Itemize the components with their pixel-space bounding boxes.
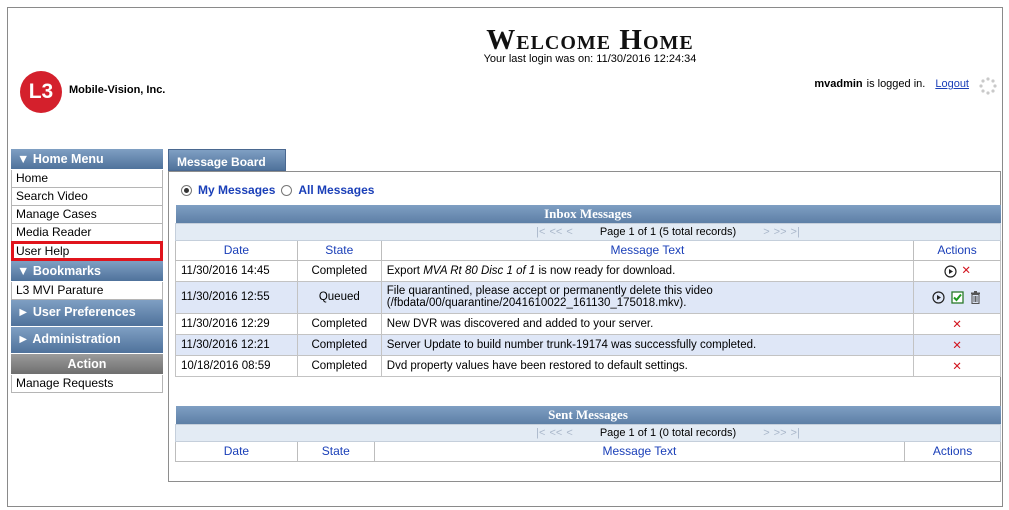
play-icon[interactable]	[944, 265, 957, 278]
table-row[interactable]: 11/30/2016 12:29 Completed New DVR was d…	[175, 312, 1001, 335]
next-page-icon[interactable]: >	[763, 427, 769, 439]
row-actions: ✕	[913, 354, 1001, 377]
sent-table: Sent Messages |< << < Page 1 of 1 (0 total…	[175, 406, 1001, 462]
l3-logo: L3	[20, 71, 62, 113]
row-state: Completed	[296, 312, 382, 335]
inbox-pager-text: Page 1 of 1 (5 total records)	[599, 225, 737, 238]
tab-message-board[interactable]: Message Board	[168, 149, 286, 171]
inbox-pager: |< << < Page 1 of 1 (5 total records) > >> >…	[175, 222, 1001, 241]
menu-item-search-video[interactable]: Search Video	[11, 188, 163, 206]
administration-header[interactable]: ► Administration	[11, 327, 163, 354]
play-icon[interactable]	[932, 290, 945, 304]
sent-title: Sent Messages	[175, 406, 1001, 424]
trash-icon[interactable]	[969, 290, 982, 304]
logo-text: L3	[28, 80, 54, 103]
delete-icon[interactable]: ✕	[952, 319, 962, 331]
next-ten-icon[interactable]: >>	[774, 427, 787, 439]
menu-item-l3-mvi-parature[interactable]: L3 MVI Parature	[11, 282, 163, 300]
menu-item-home[interactable]: Home	[11, 170, 163, 188]
row-date: 11/30/2016 12:21	[175, 333, 298, 356]
menu-item-manage-requests[interactable]: Manage Requests	[11, 375, 163, 393]
delete-icon[interactable]: ✕	[952, 361, 962, 373]
loading-spinner-icon	[979, 77, 997, 95]
delete-icon[interactable]: ✕	[952, 340, 962, 352]
row-actions: ✕	[913, 312, 1001, 335]
row-message: File quarantined, please accept or perma…	[380, 280, 915, 314]
col-message-text[interactable]: Message Text	[380, 239, 915, 261]
logout-link[interactable]: Logout	[935, 78, 969, 90]
col-date[interactable]: Date	[175, 440, 298, 462]
row-date: 10/18/2016 08:59	[175, 354, 298, 377]
my-messages-radio[interactable]	[181, 184, 192, 196]
first-page-icon[interactable]: |<	[536, 226, 545, 238]
sidebar-menu: ▼ Home Menu Home Search Video Manage Cas…	[11, 149, 163, 393]
message-board-panel: My Messages All Messages Inbox Messages …	[168, 171, 1001, 482]
home-menu-header[interactable]: ▼ Home Menu	[11, 149, 163, 170]
all-messages-label[interactable]: All Messages	[298, 183, 374, 197]
inbox-title: Inbox Messages	[175, 205, 1001, 223]
message-text: File quarantined, please accept or perma…	[386, 285, 713, 297]
row-message: Server Update to build number trunk-1917…	[380, 333, 915, 356]
col-actions: Actions	[904, 440, 1001, 462]
last-page-icon[interactable]: >|	[791, 427, 800, 439]
username: mvadmin	[814, 78, 863, 90]
row-message: New DVR was discovered and added to your…	[380, 312, 915, 335]
row-date: 11/30/2016 14:45	[175, 259, 298, 282]
row-state: Completed	[296, 354, 382, 377]
message-filter: My Messages All Messages	[181, 183, 374, 197]
table-row[interactable]: 11/30/2016 12:55 Queued File quarantined…	[175, 280, 1001, 314]
col-state[interactable]: State	[296, 440, 375, 462]
prev-ten-icon[interactable]: <<	[549, 226, 562, 238]
prev-ten-icon[interactable]: <<	[549, 427, 562, 439]
table-row[interactable]: 11/30/2016 12:21 Completed Server Update…	[175, 333, 1001, 356]
last-page-icon[interactable]: >|	[791, 226, 800, 238]
message-text: Export	[386, 264, 424, 277]
col-message-text[interactable]: Message Text	[373, 440, 906, 462]
logged-in-text: is logged in.	[866, 78, 926, 90]
inbox-table: Inbox Messages |< << < Page 1 of 1 (5 tota…	[175, 205, 1001, 377]
row-state: Queued	[296, 280, 382, 314]
accept-checkbox-icon[interactable]	[950, 290, 964, 304]
last-login-text: Your last login was on: 11/30/2016 12:24…	[483, 53, 697, 65]
prev-page-icon[interactable]: <	[566, 427, 572, 439]
menu-item-media-reader[interactable]: Media Reader	[11, 224, 163, 242]
user-status: mvadmin is logged in. Logout	[814, 78, 969, 90]
row-state: Completed	[296, 333, 382, 356]
first-page-icon[interactable]: |<	[536, 427, 545, 439]
delete-icon[interactable]: ✕	[961, 265, 971, 277]
message-emphasis: MVA Rt 80 Disc 1 of 1	[423, 264, 536, 277]
next-page-icon[interactable]: >	[763, 226, 769, 238]
row-date: 11/30/2016 12:55	[175, 280, 298, 314]
row-actions: ✕	[913, 333, 1001, 356]
company-name: Mobile-Vision, Inc.	[69, 84, 166, 96]
next-ten-icon[interactable]: >>	[774, 226, 787, 238]
col-actions: Actions	[913, 239, 1001, 261]
action-header: Action	[11, 354, 163, 375]
prev-page-icon[interactable]: <	[566, 226, 572, 238]
user-preferences-header[interactable]: ► User Preferences	[11, 300, 163, 327]
menu-item-manage-cases[interactable]: Manage Cases	[11, 206, 163, 224]
row-actions	[913, 280, 1001, 314]
table-row[interactable]: 11/30/2016 14:45 Completed Export MVA Rt…	[175, 259, 1001, 282]
menu-item-user-help[interactable]: User Help	[11, 241, 163, 261]
sent-pager: |< << < Page 1 of 1 (0 total records) > >> >…	[175, 423, 1001, 442]
row-state: Completed	[296, 259, 382, 282]
col-date[interactable]: Date	[175, 239, 298, 261]
sent-pager-text: Page 1 of 1 (0 total records)	[599, 426, 737, 439]
message-path: (/fbdata/00/quarantine/2041610022_161130…	[386, 297, 687, 309]
message-text: is now ready for download.	[535, 264, 676, 277]
col-state[interactable]: State	[296, 239, 382, 261]
row-date: 11/30/2016 12:29	[175, 312, 298, 335]
table-row[interactable]: 10/18/2016 08:59 Completed Dvd property …	[175, 354, 1001, 377]
row-message: Dvd property values have been restored t…	[380, 354, 915, 377]
bookmarks-header[interactable]: ▼ Bookmarks	[11, 261, 163, 282]
row-message: Export MVA Rt 80 Disc 1 of 1 is now read…	[380, 259, 915, 282]
my-messages-label[interactable]: My Messages	[198, 183, 275, 197]
row-actions: ✕	[913, 259, 1001, 282]
all-messages-radio[interactable]	[281, 184, 293, 196]
